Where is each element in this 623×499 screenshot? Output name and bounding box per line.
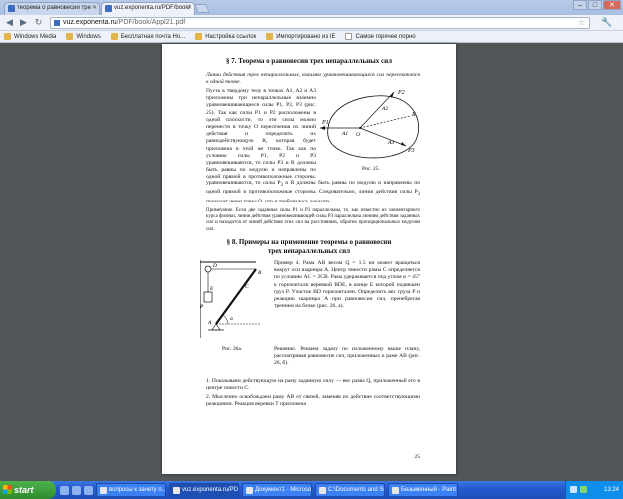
close-tab-icon[interactable]: ✕ — [187, 3, 192, 14]
folder-icon — [195, 33, 203, 40]
reload-icon[interactable]: ↻ — [33, 17, 44, 28]
quick-launch — [60, 485, 93, 495]
figure-25-caption: Рис. 25. — [362, 166, 380, 172]
arrow-p1 — [320, 126, 325, 130]
bookmark-item[interactable]: Windows Media — [4, 33, 56, 40]
resultant-line-r — [359, 115, 411, 129]
site-favicon — [54, 20, 60, 26]
force-line-p3 — [359, 127, 407, 147]
forward-arrow-icon[interactable]: ▶ — [18, 17, 29, 28]
frame-ab — [215, 268, 257, 325]
center-c — [241, 287, 243, 289]
label-p3: P3 — [407, 148, 415, 154]
network-icon[interactable] — [570, 486, 577, 493]
page-icon — [345, 33, 353, 40]
svg-text:E: E — [209, 286, 214, 292]
svg-text:A: A — [207, 320, 212, 326]
tab-strip: теорема о равновесии тре ✕ vuz.exponenta… — [0, 0, 623, 15]
bookmark-item[interactable]: Бесплатная почта Ho... — [110, 33, 185, 40]
folder-icon — [266, 33, 274, 40]
system-tray: 13:24 — [565, 481, 623, 499]
url-path: /PDF/book/Appl21.pdf — [116, 19, 186, 26]
taskbar-item[interactable]: Документ1 - Microso... — [242, 483, 312, 497]
solution-paragraph: Решение. Решаем задачу по изложенному вы… — [274, 346, 420, 367]
label-a2: A2 — [381, 106, 388, 112]
bookmarks-bar: Windows Media Windows Бесплатная почта H… — [0, 31, 623, 43]
label-p1: P1 — [321, 120, 329, 126]
back-arrow-icon[interactable]: ◀ — [4, 17, 15, 28]
bookmark-item[interactable]: Импортировано из IE — [266, 33, 335, 40]
rigid-body-outline — [327, 95, 420, 159]
taskbar: start вопросы к зачету п... vuz.exponent… — [0, 481, 623, 499]
pdf-page: § 7. Теорема о равновесии трех непаралле… — [162, 44, 456, 474]
start-button[interactable]: start — [0, 481, 56, 499]
section-8-title-line-2: трех непараллельных сил — [267, 247, 351, 255]
label-a1: A1 — [341, 131, 348, 137]
bookmark-item[interactable]: Windows — [66, 33, 101, 40]
section-7-title: § 7. Теорема о равновесии трех непаралле… — [225, 57, 393, 65]
tab-favicon — [105, 5, 112, 12]
note-paragraph: Примечание. Если две заданные силы P1 и … — [206, 208, 421, 232]
url-host: vuz.exponenta.ru — [63, 19, 117, 26]
wrench-menu-icon[interactable]: 🔧 — [600, 17, 614, 28]
svg-text:D: D — [212, 263, 217, 269]
window-controls: – □ ✕ — [573, 0, 621, 11]
bookmark-star-icon[interactable]: ☆ — [578, 18, 585, 28]
svg-text:C: C — [245, 284, 249, 290]
folder-icon — [4, 33, 11, 40]
figure-25: P1 P2 P3 A1 A2 A3 O R — [320, 90, 420, 159]
browser-toolbar: ◀ ▶ ↻ vuz.exponenta.ru/PDF/book/Appl21.p… — [0, 15, 623, 31]
close-window-button[interactable]: ✕ — [603, 0, 621, 10]
bookmark-item[interactable]: Самое горячее порно — [345, 33, 416, 40]
figure-26a: D E B C A P α — [200, 260, 262, 338]
proof-paragraph-continued: уравновешиваются, то силы P3 и R должны … — [206, 180, 420, 202]
taskbar-item[interactable]: C:\Documents and Se... — [315, 483, 385, 497]
label-o: O — [356, 132, 360, 138]
label-r: R — [411, 112, 416, 118]
svg-text:B: B — [258, 270, 262, 276]
maximize-button[interactable]: □ — [588, 0, 602, 10]
tab-1[interactable]: теорема о равновесии тре ✕ — [4, 2, 100, 15]
folder-icon — [66, 33, 74, 40]
svg-text:α: α — [230, 316, 233, 322]
taskbar-item[interactable]: Безымянный - Paint — [388, 483, 458, 497]
proof-paragraph: Пусть к твердому телу в точках A1, A2 и … — [206, 88, 316, 180]
quick-launch-icon[interactable] — [84, 485, 93, 495]
step-2: 2. Мысленно освобождаем раму AB от связе… — [206, 394, 420, 408]
clock: 13:24 — [603, 487, 619, 493]
tab-favicon — [8, 5, 15, 12]
label-a3: A3 — [387, 140, 394, 146]
step-1: 1. Показываем действующую на раму заданн… — [206, 378, 420, 392]
hinge-a — [211, 323, 221, 331]
arrow-p3 — [401, 142, 406, 146]
folder-icon — [110, 33, 118, 40]
figure-26a-caption: Рис. 26а. — [222, 346, 243, 352]
section-8-title-line-1: § 8. Примеры на применение теоремы о рав… — [226, 238, 392, 246]
quick-launch-icon[interactable] — [72, 485, 81, 495]
address-bar[interactable]: vuz.exponenta.ru/PDF/book/Appl21.pdf ☆ — [50, 17, 590, 29]
tab-2[interactable]: vuz.exponenta.ru/PDF/book/ ✕ — [101, 2, 195, 15]
security-icon[interactable] — [580, 486, 587, 493]
tab-title: теорема о равновесии тре — [17, 5, 91, 11]
theorem-statement: Линии действия трех непараллельных, взаи… — [206, 72, 420, 86]
pulley — [204, 265, 212, 273]
label-p2: P2 — [397, 90, 405, 96]
minimize-button[interactable]: – — [573, 0, 587, 10]
taskbar-item-active[interactable]: vuz.exponenta.ru/PD... — [169, 483, 239, 497]
point-o — [359, 127, 361, 129]
pdf-viewer[interactable]: § 7. Теорема о равновесии трех непаралле… — [0, 44, 623, 481]
example-4-paragraph: Пример 4. Рама AB весом Q = 1.5 кн может… — [274, 260, 420, 310]
bookmark-item[interactable]: Настройка ссылок — [195, 33, 256, 40]
new-tab-button[interactable] — [194, 4, 210, 13]
quick-launch-icon[interactable] — [60, 485, 69, 495]
svg-text:P: P — [200, 304, 204, 310]
close-tab-icon[interactable]: ✕ — [92, 3, 97, 14]
weight-p — [203, 291, 213, 303]
tab-title: vuz.exponenta.ru/PDF/book/ — [114, 5, 191, 11]
taskbar-item[interactable]: вопросы к зачету п... — [96, 483, 166, 497]
page-number: 25 — [414, 454, 420, 460]
